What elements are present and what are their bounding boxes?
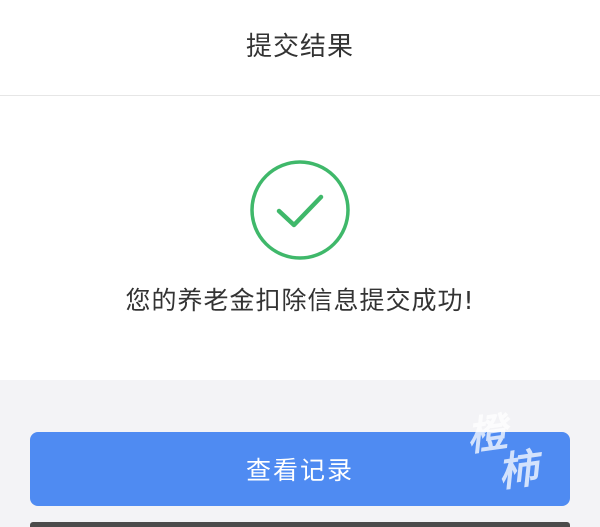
action-area: 查看记录: [0, 380, 600, 527]
result-panel: 您的养老金扣除信息提交成功!: [0, 96, 600, 380]
header-bar: 提交结果: [0, 0, 600, 96]
secondary-button-edge: [30, 522, 570, 527]
page-title: 提交结果: [245, 32, 354, 62]
checkmark: [276, 194, 324, 228]
view-records-button[interactable]: 查看记录: [30, 432, 570, 506]
submission-result-page: 提交结果 您的养老金扣除信息提交成功! 查看记录 橙 柿: [0, 0, 600, 527]
result-message: 您的养老金扣除信息提交成功!: [125, 286, 475, 315]
check-circle-icon: [250, 160, 350, 260]
view-records-label: 查看记录: [245, 456, 354, 485]
success-ring: [250, 160, 350, 260]
